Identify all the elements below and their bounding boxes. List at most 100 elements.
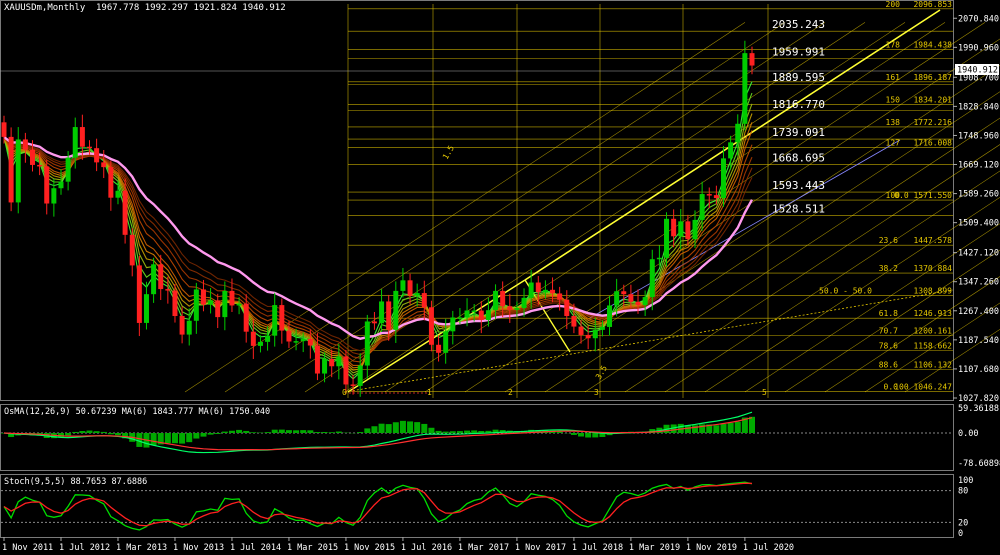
fib-ext-pct: 23.6 bbox=[879, 236, 898, 245]
osma-bar bbox=[720, 423, 727, 433]
osma-bar bbox=[407, 421, 414, 433]
osma-bar bbox=[293, 430, 300, 433]
candle-body bbox=[414, 293, 420, 296]
candle-body bbox=[379, 301, 385, 324]
candle-body bbox=[94, 148, 100, 163]
osma-bar bbox=[179, 433, 186, 444]
osma-bar bbox=[114, 433, 121, 436]
price-tick-label: 1990.960 bbox=[958, 43, 999, 53]
osma-bar bbox=[107, 433, 114, 435]
fib-ext-pct: 150 bbox=[886, 95, 901, 104]
osma-bar bbox=[207, 433, 214, 435]
candle-body bbox=[357, 365, 363, 386]
osma-bar bbox=[713, 425, 720, 433]
time-tick-label: 1 Mar 2015 bbox=[287, 543, 338, 553]
fib-ext-price: 1716.008 bbox=[913, 138, 952, 147]
candle-body bbox=[721, 158, 727, 199]
osma-bar bbox=[243, 430, 250, 433]
candle-body bbox=[421, 293, 427, 308]
candle-body bbox=[685, 221, 691, 240]
fib-ext-price: 2096.853 bbox=[913, 0, 952, 9]
candle-body bbox=[314, 345, 320, 374]
candle-body bbox=[151, 264, 157, 295]
osma-bar bbox=[228, 430, 235, 433]
osma-bar bbox=[749, 416, 755, 433]
time-tick-label: 1 Nov 2011 bbox=[2, 543, 53, 553]
fib-ext-pct: 200 bbox=[886, 0, 901, 9]
candle-body bbox=[122, 190, 128, 235]
osma-bar bbox=[442, 431, 449, 433]
symbol-label: XAUUSDm,Monthly bbox=[4, 3, 86, 13]
fib-level-label: 1668.695 bbox=[772, 152, 825, 165]
candle-body bbox=[493, 290, 499, 311]
candle-body bbox=[37, 164, 43, 167]
candle bbox=[15, 127, 21, 214]
candle-body bbox=[279, 305, 285, 331]
osma-bar bbox=[471, 430, 478, 433]
candle-body bbox=[564, 299, 570, 317]
candle-body bbox=[136, 265, 142, 323]
fib-ext-pct: 178 bbox=[886, 41, 901, 50]
fib-ext-price: 1158.662 bbox=[913, 341, 952, 350]
osma-bar bbox=[456, 431, 463, 433]
fib-ext-pct: 70.7 bbox=[879, 326, 898, 335]
osma-bar bbox=[414, 422, 421, 433]
osma-bar bbox=[93, 431, 100, 433]
candle-body bbox=[443, 331, 449, 353]
time-tick-label: 1 Mar 2017 bbox=[458, 543, 509, 553]
candle-body bbox=[293, 341, 299, 343]
candle-body bbox=[300, 338, 306, 342]
osma-bar bbox=[150, 433, 157, 446]
candle-body bbox=[101, 162, 107, 168]
candle-body bbox=[29, 149, 35, 165]
candle-body bbox=[265, 335, 271, 342]
price-tick-label: 1748.960 bbox=[958, 131, 999, 141]
osma-bar bbox=[221, 431, 228, 433]
osma-bar bbox=[428, 427, 435, 433]
candle-body bbox=[222, 290, 228, 318]
osma-bar bbox=[186, 433, 193, 443]
osma-bar bbox=[214, 433, 221, 434]
candle-body bbox=[542, 289, 548, 293]
candle bbox=[428, 300, 434, 352]
price-tick-label: 1669.120 bbox=[958, 161, 999, 171]
time-tick-label: 1 Jul 2018 bbox=[572, 543, 623, 553]
channel-label: 2 bbox=[508, 388, 513, 397]
osma-bar bbox=[79, 430, 86, 433]
candle-body bbox=[578, 326, 584, 335]
candle-body bbox=[407, 280, 413, 296]
osma-bar bbox=[378, 423, 385, 433]
osma-bar bbox=[250, 432, 257, 433]
current-price-label: 1940.912 bbox=[957, 66, 998, 76]
price-tick-label: 1509.400 bbox=[958, 219, 999, 229]
fib-ext-pct: 50.0 - 50.0 bbox=[819, 287, 872, 296]
osma-bar bbox=[193, 433, 200, 439]
stoch-tick-label: 80 bbox=[958, 487, 968, 497]
candle-body bbox=[257, 341, 263, 346]
fib-ext-pct: 161 bbox=[886, 73, 901, 82]
candle-body bbox=[272, 305, 278, 336]
candle-body bbox=[250, 331, 256, 346]
candle-body bbox=[699, 194, 705, 220]
fib-level-label: 1889.595 bbox=[772, 71, 825, 84]
osma-bar bbox=[72, 431, 79, 433]
fib-ext-pct: 127 bbox=[886, 138, 901, 147]
osma-bar bbox=[321, 431, 328, 433]
candle-body bbox=[58, 181, 64, 189]
candle-body bbox=[428, 307, 434, 345]
price-tick-label: 1347.260 bbox=[958, 278, 999, 288]
stoch-tick-label: 100 bbox=[958, 476, 973, 486]
osma-bar bbox=[164, 433, 171, 444]
fib-level-label: 1959.991 bbox=[772, 46, 825, 59]
channel-label: 5 bbox=[762, 388, 767, 397]
candle-body bbox=[8, 136, 14, 203]
candle-body bbox=[115, 190, 121, 198]
fib-ext-price: 1896.187 bbox=[913, 73, 952, 82]
candle-body bbox=[735, 123, 741, 143]
fib-ext-price: 1106.132 bbox=[913, 360, 952, 369]
fib-ext-price: 1834.201 bbox=[913, 95, 952, 104]
trading-chart[interactable]: 1.50 1 2 33.55 2035.2431959.9911889.5951816… bbox=[0, 0, 1000, 555]
price-tick-label: 2070.840 bbox=[958, 14, 999, 24]
time-tick-label: 1 Mar 2013 bbox=[116, 543, 167, 553]
candle-body bbox=[158, 264, 164, 290]
